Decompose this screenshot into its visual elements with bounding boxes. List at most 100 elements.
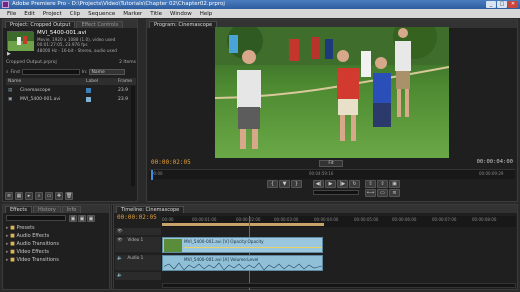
folder-label: Audio Effects <box>16 233 50 239</box>
menu-project[interactable]: Project <box>39 11 66 17</box>
track-header-audio-2: 🔈 <box>115 272 161 280</box>
minimize-button[interactable]: _ <box>486 1 496 8</box>
close-button[interactable]: ✕ <box>508 1 518 8</box>
list-item[interactable]: ▤ Cinemascope 23.9 <box>6 86 136 94</box>
video-track-label: Video 1 <box>127 237 144 242</box>
eye-icon[interactable]: 👁 <box>115 238 123 243</box>
find-label: Find <box>10 69 20 75</box>
list-item[interactable]: ▣ MVI_5400-001.avi 23.9 <box>6 95 136 103</box>
marker-icon[interactable]: ▼ <box>279 180 290 188</box>
folder-video-effects[interactable]: ▸ ■ Video Effects <box>6 248 106 256</box>
32bit-effects-icon[interactable]: ▣ <box>78 215 86 222</box>
tab-history[interactable]: History <box>33 206 61 213</box>
in-label: In: <box>81 69 88 75</box>
play-icon[interactable]: ▶ <box>325 180 336 188</box>
set-out-icon[interactable]: } <box>291 180 302 188</box>
effects-search-input[interactable] <box>6 215 66 221</box>
find-input[interactable] <box>21 69 80 75</box>
step-back-icon[interactable]: ◀| <box>313 180 324 188</box>
extract-icon[interactable]: ⇪ <box>377 180 388 188</box>
folder-label: Presets <box>16 225 35 231</box>
menu-title[interactable]: Title <box>146 11 166 17</box>
lift-icon[interactable]: ⇧ <box>365 180 376 188</box>
trim-icon[interactable]: ⟷ <box>365 189 376 197</box>
play-thumbnail-icon[interactable]: ▶ <box>7 51 13 57</box>
ruler-label: 00:00:03:00 <box>274 217 299 222</box>
folder-video-transitions[interactable]: ▸ ■ Video Transitions <box>6 256 106 264</box>
timeline-ruler[interactable]: 00:00 00:00:01:00 00:00:02:00 00:00:03:0… <box>162 216 516 227</box>
program-time-ruler[interactable]: 00:00 00:04:59:16 00:00:09:29 <box>149 169 515 180</box>
icon-view-icon[interactable]: ▦ <box>15 192 23 200</box>
tab-effects[interactable]: Effects <box>5 206 32 213</box>
program-monitor-panel: Program: Cinemascope 00:00:02:05 Fit 00:… <box>146 19 518 202</box>
list-view-icon[interactable]: ≡ <box>5 192 13 200</box>
new-item-icon[interactable]: ✚ <box>55 192 63 200</box>
folder-icon: ■ <box>10 233 15 239</box>
menu-window[interactable]: Window <box>166 11 196 17</box>
program-current-time[interactable]: 00:00:02:05 <box>151 159 191 166</box>
column-label[interactable]: Label <box>86 78 118 85</box>
tab-program-monitor[interactable]: Program: Cinemascope <box>149 21 218 28</box>
eye-icon[interactable]: 👁 <box>115 229 123 234</box>
speaker-icon[interactable]: 🔈 <box>115 273 123 278</box>
timeline-current-time[interactable]: 00:00:02:05 <box>117 214 157 221</box>
loop-icon[interactable]: ↻ <box>349 180 360 188</box>
find-icon[interactable]: ⌕ <box>35 192 43 200</box>
audio-clip[interactable]: MVI_5400-001.avi [A] Volume:Level <box>162 255 323 271</box>
video-clip[interactable]: MVI_5400-001.avi [V] Opacity:Opacity <box>162 237 323 253</box>
tab-info[interactable]: Info <box>61 206 82 213</box>
ruler-label: 00:00 <box>162 217 174 222</box>
speaker-icon[interactable]: 🔈 <box>115 256 123 261</box>
menu-marker[interactable]: Marker <box>119 11 146 17</box>
delete-icon[interactable]: 🗑 <box>65 192 73 200</box>
column-frame-rate[interactable]: Frame <box>118 78 136 85</box>
transport-center: ◀| ▶ |▶ ↻ <box>313 180 360 188</box>
opacity-line[interactable] <box>184 247 322 248</box>
tab-effect-controls[interactable]: Effect Controls <box>76 21 124 28</box>
ruler-label: 00:00:07:00 <box>432 217 457 222</box>
set-in-icon[interactable]: { <box>267 180 278 188</box>
export-frame-icon[interactable]: ▣ <box>389 180 400 188</box>
work-area-bar[interactable] <box>162 223 324 226</box>
new-bin-icon[interactable]: ▭ <box>45 192 53 200</box>
maximize-button[interactable]: □ <box>497 1 507 8</box>
clip-thumbnail[interactable] <box>7 31 34 51</box>
tab-timeline[interactable]: Timeline: Cinemascope <box>116 206 185 213</box>
menu-sequence[interactable]: Sequence <box>84 11 119 17</box>
tab-project[interactable]: Project: Cropped Output <box>5 21 76 28</box>
folder-audio-transitions[interactable]: ▸ ■ Audio Transitions <box>6 240 106 248</box>
ruler-label: 00:00:09:29 <box>479 171 504 176</box>
ruler-label: 00:00:04:00 <box>314 217 339 222</box>
transport-controls: { ▼ } <box>267 180 302 188</box>
timeline-scrollbar[interactable] <box>162 283 516 288</box>
project-toolbar: ≡ ▦ ▸ ⌕ ▭ ✚ 🗑 <box>5 192 137 200</box>
in-select[interactable]: Name <box>89 69 126 75</box>
expand-arrow-icon: ▸ <box>6 249 9 255</box>
accelerated-effects-icon[interactable]: ▣ <box>69 215 77 222</box>
item-name: Cinemascope <box>20 87 51 93</box>
folder-presets[interactable]: ▸ ■ Presets <box>6 224 106 232</box>
menu-edit[interactable]: Edit <box>20 11 39 17</box>
shuttle-slider[interactable] <box>313 190 359 195</box>
premiere-app-icon <box>2 1 9 8</box>
fit-dropdown[interactable]: Fit <box>319 160 343 167</box>
menu-clip[interactable]: Clip <box>66 11 84 17</box>
step-forward-icon[interactable]: |▶ <box>337 180 348 188</box>
playhead[interactable] <box>151 170 153 180</box>
folder-icon: ■ <box>10 257 15 263</box>
folder-audio-effects[interactable]: ▸ ■ Audio Effects <box>6 232 106 240</box>
folder-icon: ■ <box>10 225 15 231</box>
folder-label: Video Transitions <box>16 257 59 263</box>
expand-arrow-icon: ▸ <box>6 225 9 231</box>
project-scrollbar[interactable] <box>131 86 135 186</box>
output-icon[interactable]: ≡ <box>389 189 400 197</box>
label-swatch <box>86 87 91 93</box>
yuv-effects-icon[interactable]: ▣ <box>87 215 95 222</box>
timeline-playhead[interactable] <box>249 216 250 290</box>
menu-file[interactable]: File <box>3 11 20 17</box>
safe-margins-icon[interactable]: ▭ <box>377 189 388 197</box>
folder-icon: ■ <box>10 249 15 255</box>
automate-icon[interactable]: ▸ <box>25 192 33 200</box>
column-name[interactable]: Name <box>6 78 86 85</box>
menu-help[interactable]: Help <box>196 11 217 17</box>
